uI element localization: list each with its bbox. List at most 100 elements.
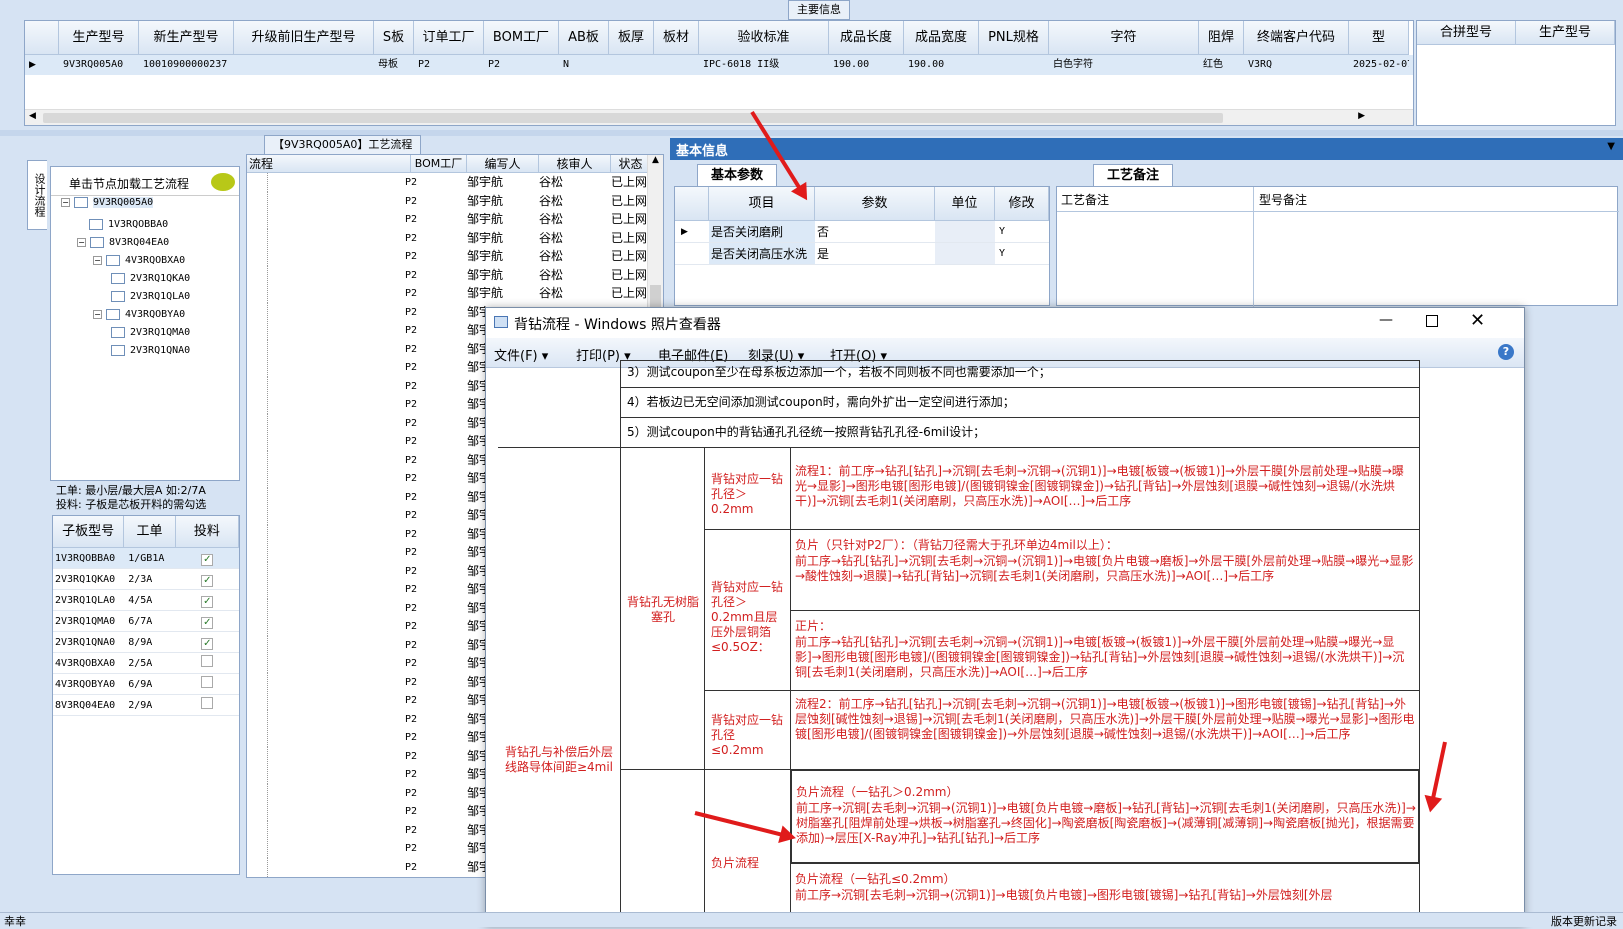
tree-node[interactable]: 2V3RQ1QMA0 (111, 327, 190, 338)
table-row[interactable]: 4V3RQOBXA0 2/5A (53, 653, 239, 674)
node-label: 2V3RQ1QLA0 (130, 291, 191, 302)
tree-node[interactable]: 2V3RQ1QLA0 (111, 291, 190, 302)
node-icon (111, 291, 125, 302)
sub-feed[interactable]: ✓ (176, 569, 239, 589)
flow-writer: 邹宇航 (467, 193, 504, 208)
table-row[interactable]: 2V3RQ1QMA0 6/7A ✓ (53, 611, 239, 632)
menu-file[interactable]: 文件(F) ▾ (494, 345, 548, 364)
table-row[interactable]: 2V3RQ1QNA0 8/9A ✓ (53, 632, 239, 653)
flow-row[interactable]: 铝片钻孔P2邹宇航谷松已上网 (247, 228, 647, 248)
main-cell-11: 190.00 (908, 59, 945, 70)
doc-content-2: 负片（只针对P2厂）：（背钻刀径需大于孔环单边4mil以上）： 前工序→钻孔[钻… (790, 529, 1420, 611)
sub-feed[interactable] (176, 653, 239, 673)
tree-node[interactable]: − 8V3RQ04EA0 (77, 237, 169, 248)
scroll-up-icon[interactable]: ▲ (648, 155, 663, 165)
flow-writer: 邹宇航 (467, 267, 504, 282)
feed-checkbox[interactable] (201, 655, 214, 667)
table-row[interactable]: 2V3RQ1QLA0 4/5A ✓ (53, 590, 239, 611)
feed-checkbox[interactable]: ✓ (201, 554, 214, 566)
flow-row[interactable]: 树脂钻孔P2邹宇航谷松已上网 (247, 247, 647, 266)
help-icon[interactable]: ? (1498, 344, 1514, 360)
tree-node[interactable]: − 4V3RQOBYA0 (93, 309, 185, 320)
flow-bom: P2 (405, 214, 418, 225)
collapse-icon[interactable]: − (93, 256, 102, 265)
sub-col-feed: 投料 (175, 516, 239, 548)
feed-checkbox[interactable]: ✓ (201, 617, 214, 629)
flow-bom: P2 (405, 806, 418, 817)
sub-feed[interactable]: ✓ (176, 611, 239, 631)
doc-sub-2: 背钻对应一钻孔径＞0.2mm且层压外层铜箔≤0.5OZ： (704, 529, 791, 691)
viewer-titlebar[interactable]: 背钻流程 - Windows 照片查看器 — ✕ (486, 308, 1524, 338)
sub-feed[interactable] (176, 674, 239, 694)
param-row[interactable]: ▶ 是否关闭磨刷否 Y (675, 221, 1049, 243)
flow-row[interactable]: 减铜铜P2邹宇航谷松已上网 (247, 173, 647, 192)
main-cell-1: 10010900000237 (143, 59, 228, 70)
collapse-icon[interactable]: − (61, 198, 70, 207)
flow-bom: P2 (405, 306, 418, 318)
sub-feed[interactable]: ✓ (176, 548, 239, 568)
param-item: 是否关闭磨刷 (709, 221, 815, 242)
scroll-left-icon[interactable]: ◀ (29, 111, 36, 121)
basic-param-tab[interactable]: 基本参数 (697, 164, 777, 186)
feed-checkbox[interactable]: ✓ (201, 575, 214, 587)
splitter[interactable] (0, 130, 1623, 136)
node-label: 2V3RQ1QMA0 (130, 327, 191, 338)
flow-bom: P2 (405, 824, 418, 836)
doc-mid-category-1: 背钻孔无树脂塞孔 (620, 447, 705, 770)
table-row[interactable]: 2V3RQ1QKA0 2/3A ✓ (53, 569, 239, 590)
sub-order: 2/9A (128, 700, 153, 711)
tree-node[interactable]: 2V3RQ1QNA0 (111, 345, 190, 356)
flow-bom: P2 (405, 454, 418, 466)
flow-row[interactable]: 减薄铜P2邹宇航谷松已上网 (247, 191, 647, 211)
tree-node[interactable]: 1V3RQOBBA0 (89, 219, 168, 230)
node-icon (106, 255, 120, 266)
flow-auditor: 谷松 (539, 249, 564, 263)
side-tab[interactable]: 设计流程 (27, 160, 47, 230)
flow-bom: P2 (405, 325, 418, 336)
table-row[interactable]: 8V3RQ04EA0 2/9A (53, 695, 239, 716)
main-cell-12 (979, 55, 1049, 75)
param-value[interactable]: 是 (815, 243, 935, 264)
node-label: 2V3RQ1QKA0 (130, 273, 191, 284)
feed-checkbox[interactable]: ✓ (201, 596, 214, 608)
param-col-edit: 修改 (995, 187, 1049, 221)
tree-node[interactable]: 2V3RQ1QKA0 (111, 273, 190, 284)
feed-checkbox[interactable]: ✓ (201, 638, 214, 650)
flow-row[interactable]: 去毛刺1P2邹宇航谷松已上网 (247, 284, 647, 303)
horizontal-scrollbar[interactable]: ◀ ▶ (25, 109, 1413, 125)
scroll-right-icon[interactable]: ▶ (1358, 111, 1365, 121)
collapse-icon[interactable]: − (77, 238, 86, 247)
feed-checkbox[interactable] (201, 697, 214, 709)
maximize-icon[interactable] (1426, 315, 1438, 327)
close-icon[interactable]: ✕ (1470, 310, 1485, 331)
doc-sub-1: 背钻对应一钻孔径＞0.2mm (704, 447, 791, 530)
param-row[interactable]: 是否关闭高压水洗是 Y (675, 243, 1049, 265)
collapse-icon[interactable]: − (93, 310, 102, 319)
sub-feed[interactable]: ✓ (176, 632, 239, 652)
feed-checkbox[interactable] (201, 676, 214, 688)
dropdown-arrow-icon[interactable]: ▼ (1607, 141, 1615, 152)
main-col-5: BOM工厂 (484, 21, 559, 55)
main-cell-9: IPC-6018 II级 (703, 59, 780, 70)
doc-content-5: 负片流程（一钻孔＞0.2mm） 前工序→沉铜[去毛刺→沉铜→(沉铜1)]→电镀[… (790, 769, 1420, 864)
table-row[interactable]: 1V3RQOBBA0 1/GB1A ✓ (53, 548, 239, 569)
flow-status: 已上网 (611, 175, 647, 189)
table-row[interactable]: ▶ 9V3RQ005A0 10010900000237 母板 P2 P2 N IPC-6018… (25, 55, 1413, 75)
basic-info-tab[interactable]: 基本信息 (676, 140, 728, 159)
sub-feed[interactable]: ✓ (176, 590, 239, 610)
param-value[interactable]: 否 (815, 221, 935, 242)
main-col-0: 生产型号 (59, 21, 139, 55)
minimize-icon[interactable]: — (1379, 312, 1393, 328)
tree-node[interactable]: − 4V3RQOBXA0 (93, 255, 185, 266)
flow-row[interactable]: −沉铜1P2邹宇航谷松已上网 (247, 265, 647, 285)
flow-row[interactable]: −钻孔P2邹宇航谷松已上网 (247, 210, 647, 229)
tree-node[interactable]: − 9V3RQ005A0 (61, 197, 154, 208)
notes-tab[interactable]: 工艺备注 (1093, 164, 1173, 186)
scroll-thumb[interactable] (43, 113, 1223, 123)
sub-order: 8/9A (128, 637, 153, 648)
node-icon (111, 345, 125, 356)
flow-bom: P2 (405, 732, 418, 743)
table-row[interactable]: 4V3RQOBYA0 6/9A (53, 674, 239, 695)
node-label: 1V3RQOBBA0 (108, 219, 169, 230)
sub-feed[interactable] (176, 695, 239, 715)
